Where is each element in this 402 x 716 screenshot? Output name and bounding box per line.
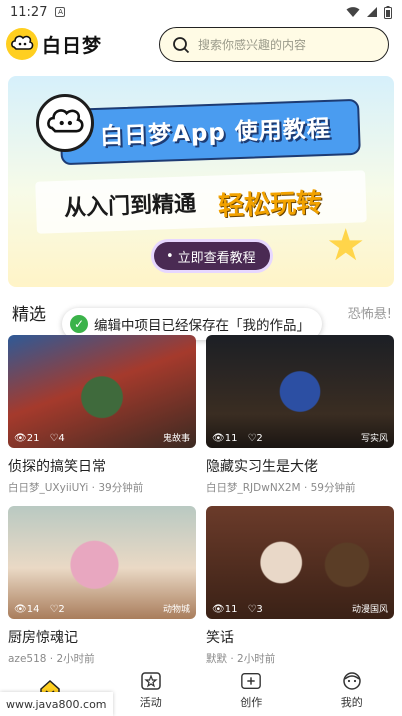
bullet-icon: • — [166, 248, 174, 264]
card-thumbnail: 👁11 ♡2 写实风 — [206, 335, 394, 448]
views-count: 14 — [26, 604, 40, 615]
nav-create[interactable]: 创作 — [201, 664, 302, 716]
work-card[interactable]: 👁11 ♡3 动漫国风 笑话 默默 · 2小时前 — [206, 506, 394, 666]
likes-icon: ♡4 — [49, 433, 65, 444]
nav-profile-label: 我的 — [340, 695, 363, 709]
wifi-icon — [346, 7, 360, 17]
banner-subtitle-right: 轻松玩转 — [217, 188, 323, 222]
likes-icon: ♡3 — [247, 604, 263, 615]
card-tag: 鬼故事 — [162, 434, 190, 444]
create-icon — [240, 671, 262, 691]
views-icon: 👁11 — [212, 604, 238, 615]
views-count: 11 — [224, 433, 238, 444]
card-title: 笑话 — [206, 630, 234, 646]
card-title: 厨房惊魂记 — [8, 630, 78, 646]
card-thumbnail: 👁14 ♡2 动物城 — [8, 506, 196, 619]
card-meta: 白日梦_RJDwNX2M · 59分钟前 — [206, 482, 356, 494]
nav-profile[interactable]: 我的 — [302, 664, 402, 716]
battery-icon — [384, 5, 392, 19]
logo-text: 白日梦 — [42, 34, 103, 57]
app-logo[interactable]: 白日梦 — [6, 28, 102, 60]
card-tag: 动漫国风 — [351, 605, 388, 615]
likes-count: 4 — [58, 433, 65, 444]
views-icon: 👁21 — [14, 433, 40, 444]
likes-count: 2 — [256, 433, 263, 444]
star-icon: ★ — [326, 220, 366, 271]
work-card[interactable]: 👁11 ♡2 写实风 隐藏实习生是大佬 白日梦_RJDwNX2M · 59分钟前 — [206, 335, 394, 495]
top-header: 白日梦 — [0, 26, 402, 64]
card-tag: 写实风 — [360, 434, 388, 444]
likes-count: 3 — [256, 604, 263, 615]
watermark: www.java800.com — [0, 692, 113, 716]
card-meta: 白日梦_UXyiiUYi · 39分钟前 — [8, 482, 144, 494]
search-bar[interactable] — [159, 27, 389, 62]
views-count: 21 — [26, 433, 40, 444]
activity-icon — [140, 671, 162, 691]
signal-icon — [367, 7, 377, 17]
view-tutorial-button[interactable]: • 立即查看教程 — [154, 242, 270, 270]
card-stats: 👁21 ♡4 — [14, 433, 65, 444]
sim-indicator-icon: A — [55, 7, 66, 17]
card-stats: 👁14 ♡2 — [14, 604, 65, 615]
profile-icon — [341, 671, 363, 691]
work-card[interactable]: 👁21 ♡4 鬼故事 侦探的搞笑日常 白日梦_UXyiiUYi · 39分钟前 — [8, 335, 196, 495]
card-title: 侦探的搞笑日常 — [8, 459, 106, 475]
likes-icon: ♡2 — [247, 433, 263, 444]
status-bar: 11:27 A — [0, 0, 402, 24]
card-title: 隐藏实习生是大佬 — [206, 459, 318, 475]
card-stats: 👁11 ♡3 — [212, 604, 263, 615]
toast-text: 编辑中项目已经保存在「我的作品」 — [94, 318, 310, 334]
search-input[interactable] — [198, 37, 368, 52]
likes-icon: ♡2 — [49, 604, 65, 615]
banner-mascot-icon — [36, 94, 94, 152]
views-count: 11 — [224, 604, 238, 615]
nav-activity[interactable]: 活动 — [101, 664, 202, 716]
status-time: 11:27 — [10, 4, 48, 20]
search-icon — [173, 36, 190, 53]
likes-count: 2 — [58, 604, 65, 615]
section-tab-horror[interactable]: 恐怖悬! — [348, 303, 392, 322]
card-thumbnail: 👁21 ♡4 鬼故事 — [8, 335, 196, 448]
card-tag: 动物城 — [162, 605, 190, 615]
nav-activity-label: 活动 — [139, 695, 162, 709]
logo-mascot-icon — [6, 28, 38, 60]
section-title: 精选 — [12, 305, 46, 325]
view-tutorial-label: 立即查看教程 — [177, 250, 256, 266]
views-icon: 👁11 — [212, 433, 238, 444]
work-card[interactable]: 👁14 ♡2 动物城 厨房惊魂记 aze518 · 2小时前 — [8, 506, 196, 666]
nav-create-label: 创作 — [240, 695, 263, 709]
check-icon: ✓ — [70, 315, 88, 333]
views-icon: 👁14 — [14, 604, 40, 615]
banner-subtitle-left: 从入门到精通 — [63, 191, 197, 222]
card-thumbnail: 👁11 ♡3 动漫国风 — [206, 506, 394, 619]
card-stats: 👁11 ♡2 — [212, 433, 263, 444]
tutorial-banner[interactable]: 白日梦App 使用教程 从入门到精通 轻松玩转 ★ • 立即查看教程 — [8, 76, 394, 287]
status-icons — [346, 5, 392, 19]
